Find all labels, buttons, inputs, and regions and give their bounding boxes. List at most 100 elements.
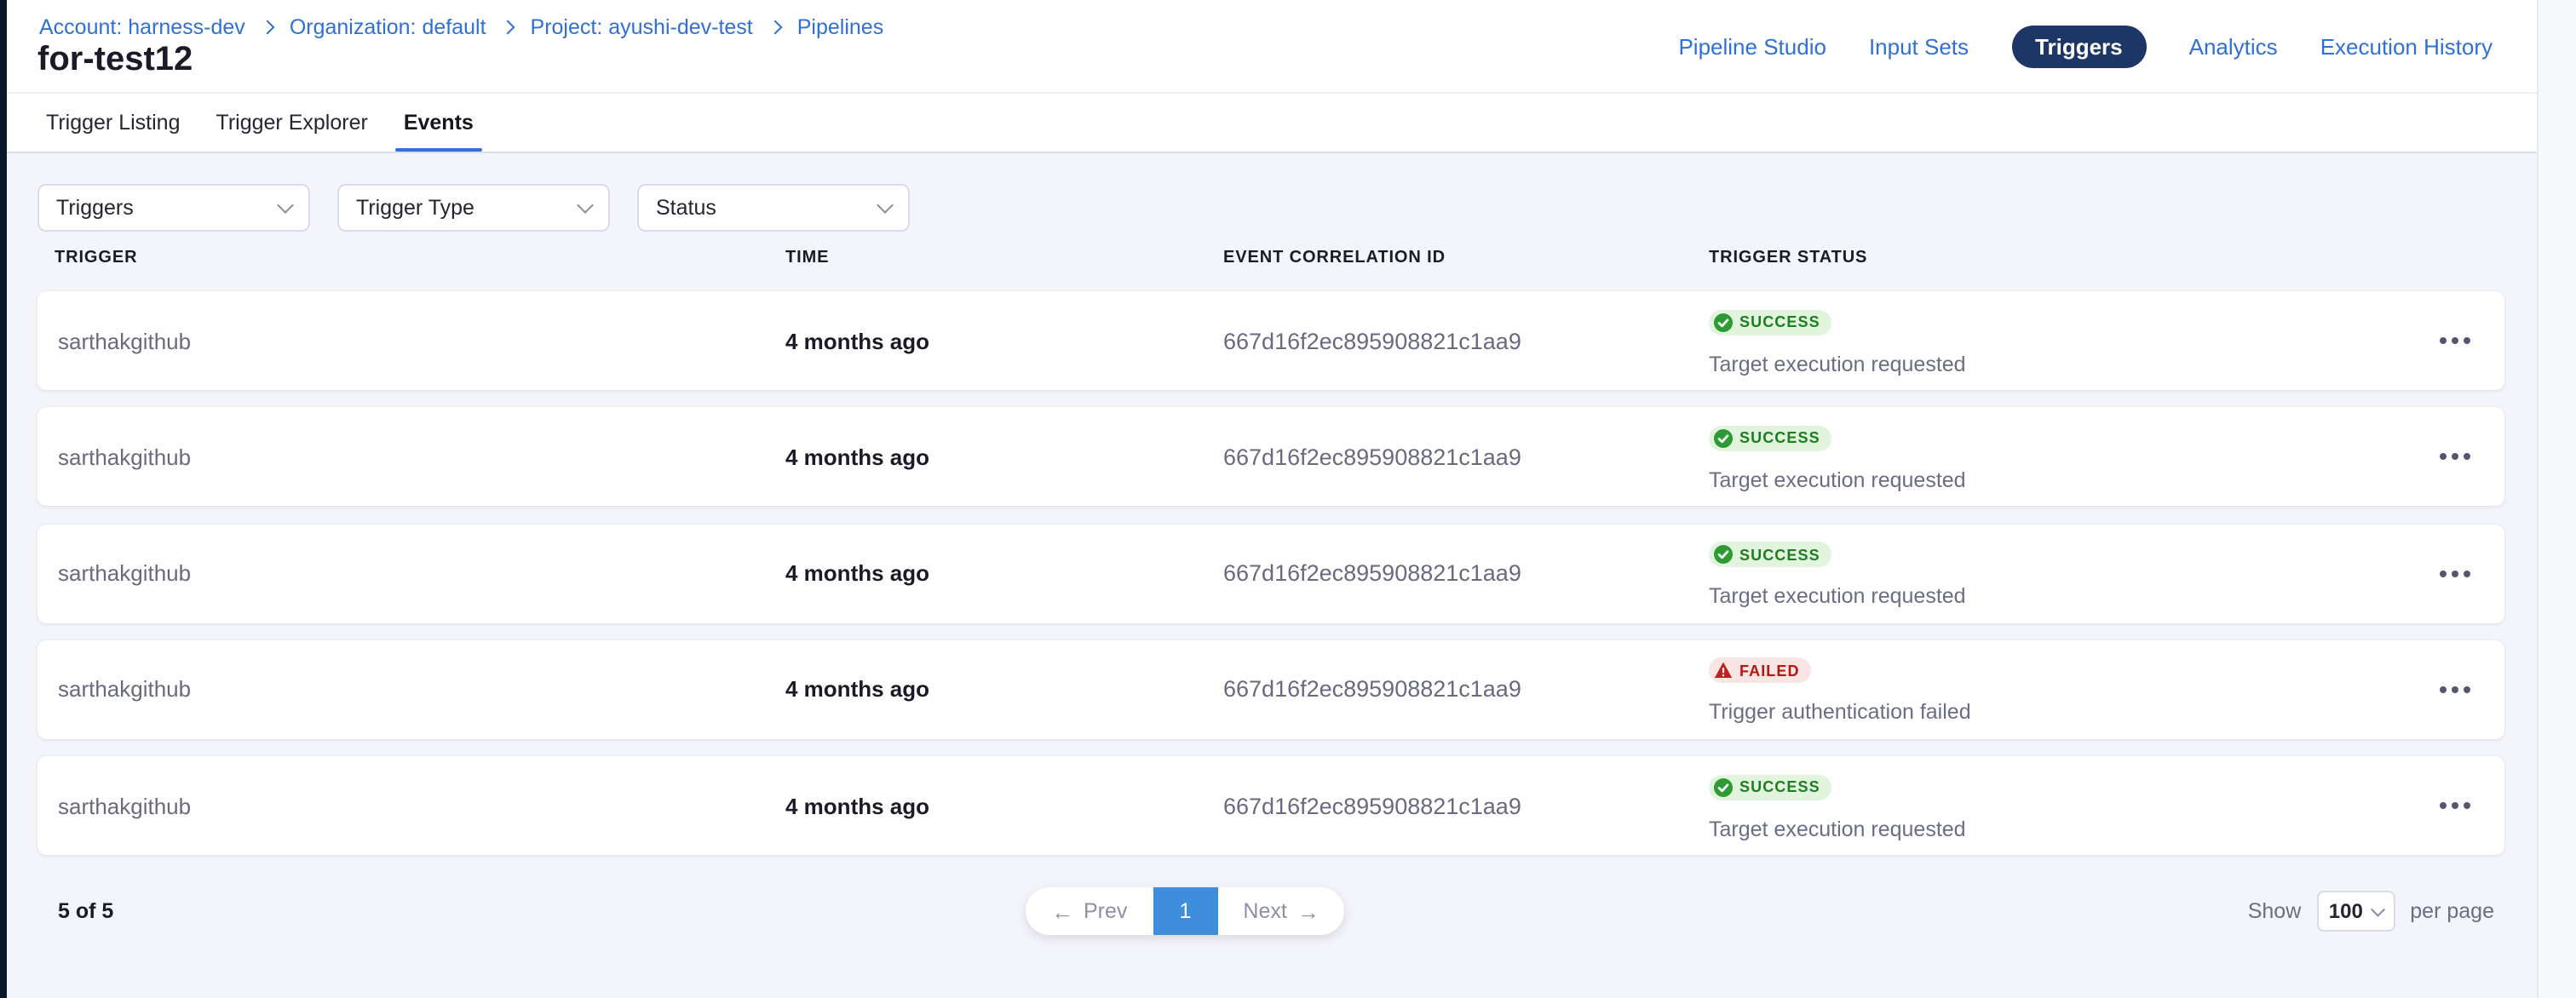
status-message: Trigger authentication failed — [1709, 701, 1971, 725]
status-badge: SUCCESS — [1709, 426, 1832, 451]
column-header-time: TIME — [785, 249, 829, 267]
ellipsis-icon — [2440, 686, 2447, 693]
row-actions-menu-button[interactable] — [2440, 756, 2470, 855]
table-row[interactable]: sarthakgithub 4 months ago 667d16f2ec895… — [37, 640, 2504, 739]
tab-events[interactable]: Events — [404, 94, 474, 152]
status-filter-dropdown[interactable]: Status — [637, 184, 910, 232]
breadcrumb-separator-icon — [768, 20, 782, 35]
trigger-name: sarthakgithub — [58, 408, 191, 507]
per-page-label: per page — [2410, 899, 2494, 923]
ellipsis-icon — [2440, 570, 2447, 576]
trigger-status-cell: SUCCESS Target execution requested — [1709, 774, 1966, 840]
next-page-button[interactable]: Next → — [1217, 887, 1344, 935]
arrow-left-icon: ← — [1051, 900, 1073, 922]
event-correlation-id: 667d16f2ec895908821c1aa9 — [1223, 524, 1521, 622]
page-size-control: Show 100 per page — [2248, 887, 2494, 935]
breadcrumb-link-account[interactable]: Account: harness-dev — [39, 15, 245, 39]
event-correlation-id: 667d16f2ec895908821c1aa9 — [1223, 408, 1521, 507]
page-size-value: 100 — [2329, 899, 2363, 923]
status-label: SUCCESS — [1739, 313, 1820, 330]
trigger-name: sarthakgithub — [58, 756, 191, 855]
status-badge: FAILED — [1709, 658, 1812, 684]
pagination: ← Prev 1 Next → — [1026, 887, 1345, 935]
events-tabbar: Trigger Listing Trigger Explorer Events — [7, 94, 2537, 153]
event-time: 4 months ago — [785, 756, 929, 855]
tab-trigger-explorer[interactable]: Trigger Explorer — [216, 94, 368, 152]
main-panel: Account: harness-dev Organization: defau… — [7, 0, 2539, 998]
pipeline-nav: Pipeline Studio Input Sets Triggers Anal… — [1678, 0, 2493, 94]
ellipsis-icon — [2440, 454, 2447, 461]
event-correlation-id: 667d16f2ec895908821c1aa9 — [1223, 291, 1521, 390]
chevron-down-icon — [577, 197, 594, 214]
trigger-status-cell: SUCCESS Target execution requested — [1709, 426, 1966, 492]
breadcrumb-separator-icon — [260, 20, 274, 35]
column-header-trigger-status: TRIGGER STATUS — [1709, 249, 1867, 267]
show-label: Show — [2248, 899, 2302, 923]
status-message: Target execution requested — [1709, 352, 1966, 376]
table-row[interactable]: sarthakgithub 4 months ago 667d16f2ec895… — [37, 756, 2504, 855]
event-correlation-id: 667d16f2ec895908821c1aa9 — [1223, 640, 1521, 739]
breadcrumb-link-project[interactable]: Project: ayushi-dev-test — [531, 15, 753, 39]
check-circle-icon — [1714, 777, 1733, 796]
status-message: Target execution requested — [1709, 584, 1966, 608]
status-message: Target execution requested — [1709, 817, 1966, 840]
table-row[interactable]: sarthakgithub 4 months ago 667d16f2ec895… — [37, 524, 2504, 622]
breadcrumb-link-pipelines[interactable]: Pipelines — [797, 15, 883, 39]
trigger-type-filter-dropdown[interactable]: Trigger Type — [337, 184, 610, 232]
status-label: FAILED — [1739, 662, 1800, 680]
triggers-filter-label: Triggers — [56, 196, 134, 220]
check-circle-icon — [1714, 429, 1733, 448]
trigger-name: sarthakgithub — [58, 524, 191, 622]
event-correlation-id: 667d16f2ec895908821c1aa9 — [1223, 756, 1521, 855]
nav-triggers[interactable]: Triggers — [2011, 26, 2147, 68]
page-title: for-test12 — [37, 41, 193, 80]
chevron-down-icon — [277, 197, 294, 214]
status-label: SUCCESS — [1739, 546, 1820, 563]
status-badge: SUCCESS — [1709, 309, 1832, 335]
row-actions-menu-button[interactable] — [2440, 408, 2470, 507]
page-header: Account: harness-dev Organization: defau… — [7, 0, 2537, 94]
ellipsis-icon — [2440, 802, 2447, 809]
row-actions-menu-button[interactable] — [2440, 640, 2470, 739]
breadcrumb-separator-icon — [501, 20, 515, 35]
next-label: Next — [1243, 899, 1286, 923]
breadcrumb: Account: harness-dev Organization: defau… — [39, 15, 883, 39]
status-badge: SUCCESS — [1709, 542, 1832, 567]
page-number-button[interactable]: 1 — [1153, 887, 1217, 935]
check-circle-icon — [1714, 545, 1733, 564]
table-row[interactable]: sarthakgithub 4 months ago 667d16f2ec895… — [37, 408, 2504, 507]
filter-bar: Triggers Trigger Type Status — [37, 184, 910, 232]
triggers-events-page: Account: harness-dev Organization: defau… — [0, 0, 2576, 998]
tab-trigger-listing[interactable]: Trigger Listing — [46, 94, 181, 152]
status-label: SUCCESS — [1739, 430, 1820, 447]
prev-page-button[interactable]: ← Prev — [1026, 887, 1153, 935]
arrow-right-icon: → — [1297, 900, 1320, 922]
ellipsis-icon — [2440, 337, 2447, 344]
row-actions-menu-button[interactable] — [2440, 524, 2470, 622]
event-time: 4 months ago — [785, 291, 929, 390]
status-filter-label: Status — [656, 196, 716, 220]
nav-pipeline-studio[interactable]: Pipeline Studio — [1678, 34, 1826, 60]
status-label: SUCCESS — [1739, 778, 1820, 795]
table-header: TRIGGER TIME EVENT CORRELATION ID TRIGGE… — [7, 249, 2537, 272]
nav-input-sets[interactable]: Input Sets — [1869, 34, 1969, 60]
warning-triangle-icon — [1714, 662, 1733, 680]
column-header-event-correlation-id: EVENT CORRELATION ID — [1223, 249, 1446, 267]
chevron-down-icon — [877, 197, 894, 214]
event-time: 4 months ago — [785, 408, 929, 507]
nav-analytics[interactable]: Analytics — [2189, 34, 2278, 60]
events-table: sarthakgithub 4 months ago 667d16f2ec895… — [37, 291, 2504, 855]
nav-execution-history[interactable]: Execution History — [2320, 34, 2493, 60]
trigger-status-cell: SUCCESS Target execution requested — [1709, 309, 1966, 376]
results-count: 5 of 5 — [58, 887, 113, 935]
row-actions-menu-button[interactable] — [2440, 291, 2470, 390]
triggers-filter-dropdown[interactable]: Triggers — [37, 184, 310, 232]
page-size-dropdown[interactable]: 100 — [2316, 891, 2395, 932]
breadcrumb-link-organization[interactable]: Organization: default — [290, 15, 486, 39]
table-row[interactable]: sarthakgithub 4 months ago 667d16f2ec895… — [37, 291, 2504, 390]
trigger-status-cell: SUCCESS Target execution requested — [1709, 542, 1966, 608]
collapsed-sidebar[interactable] — [0, 0, 7, 998]
event-time: 4 months ago — [785, 640, 929, 739]
column-header-trigger: TRIGGER — [55, 249, 137, 267]
trigger-name: sarthakgithub — [58, 291, 191, 390]
